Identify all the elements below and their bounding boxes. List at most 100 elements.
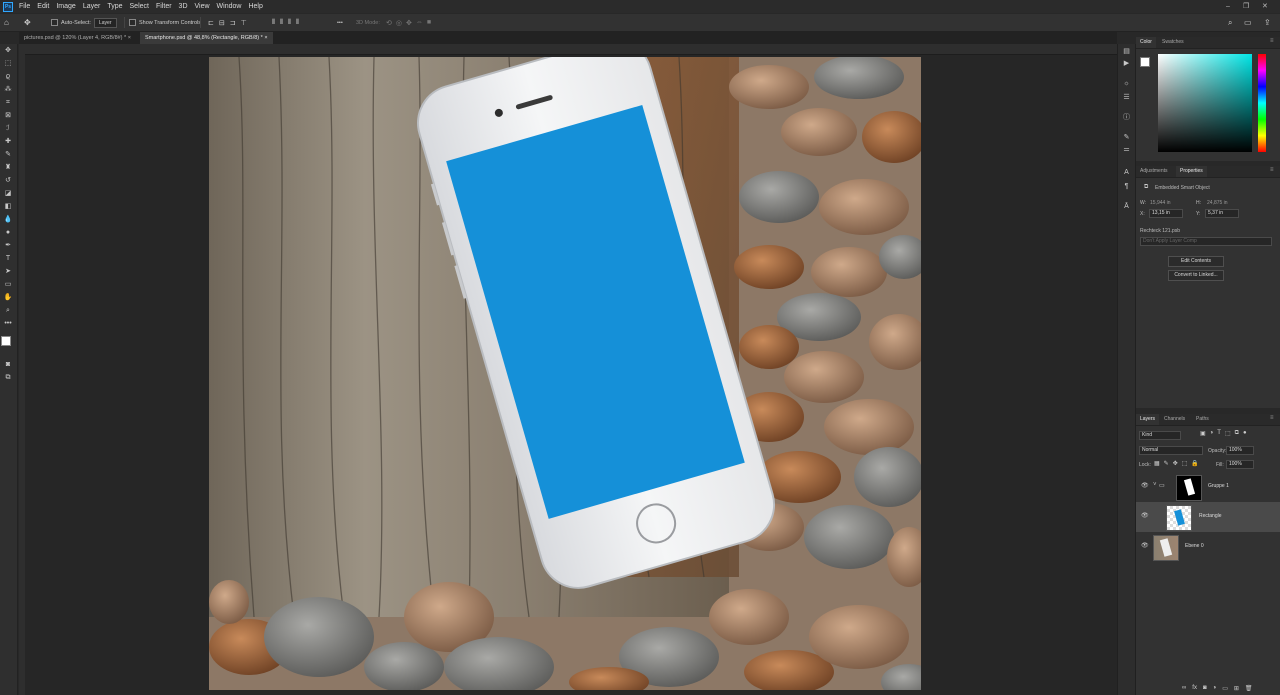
new-layer-icon[interactable]: ⊞ — [1234, 685, 1239, 692]
magic-wand-icon[interactable]: ⁂ — [2, 85, 14, 95]
lock-all-icon[interactable]: 🔒 — [1191, 460, 1198, 467]
pen-tool-icon[interactable]: ✒ — [2, 241, 14, 251]
filter-kind-dropdown[interactable]: Kind — [1139, 431, 1181, 440]
panel-menu-icon[interactable]: ≡ — [1270, 38, 1274, 44]
close-tab-icon[interactable]: × — [128, 35, 131, 41]
tab-swatches[interactable]: Swatches — [1158, 37, 1188, 48]
more-tools-icon[interactable]: ••• — [2, 319, 14, 329]
x-field[interactable]: 13,15 in — [1149, 209, 1183, 218]
zoom-tool-icon[interactable]: ⌕ — [2, 306, 14, 316]
workspace-icon[interactable]: ▭ — [1244, 14, 1252, 31]
brushes-icon[interactable]: ✎ — [1121, 132, 1132, 143]
libraries-icon[interactable]: ☰ — [1121, 92, 1132, 103]
show-transform-checkbox[interactable]: Show Transform Controls — [129, 14, 201, 31]
history-brush-icon[interactable]: ↺ — [2, 176, 14, 186]
blend-mode-dropdown[interactable]: Normal — [1139, 446, 1203, 455]
rectangle-tool-icon[interactable]: ▭ — [2, 280, 14, 290]
link-layers-icon[interactable]: ∞ — [1182, 685, 1186, 692]
info-icon[interactable]: ⓘ — [1121, 112, 1132, 123]
filter-smart-icon[interactable]: ⧉ — [1235, 430, 1239, 437]
panel-menu-icon[interactable]: ≡ — [1270, 415, 1274, 421]
tab-color[interactable]: Color — [1136, 37, 1156, 48]
menu-file[interactable]: File — [19, 0, 30, 13]
visibility-eye-icon[interactable]: 👁 — [1141, 483, 1149, 489]
character-icon[interactable]: A — [1121, 167, 1132, 178]
y-field[interactable]: 5,37 in — [1205, 209, 1239, 218]
crop-tool-icon[interactable]: ⌗ — [2, 98, 14, 108]
tab-paths[interactable]: Paths — [1192, 414, 1213, 425]
filter-shape-icon[interactable]: ⬚ — [1225, 430, 1231, 437]
paragraph-icon[interactable]: ¶ — [1121, 181, 1132, 192]
fg-color-swatch[interactable] — [1140, 57, 1150, 67]
lock-position-icon[interactable]: ✥ — [1173, 460, 1178, 467]
lasso-tool-icon[interactable]: ϱ — [2, 72, 14, 82]
distribute-1-icon[interactable]: ⫴ — [272, 19, 275, 27]
hand-tool-icon[interactable]: ✋ — [2, 293, 14, 303]
filter-type-icon[interactable]: T — [1217, 430, 1221, 437]
hue-slider[interactable] — [1258, 54, 1266, 152]
brightness-icon[interactable]: ☼ — [1121, 78, 1132, 89]
lock-artboard-icon[interactable]: ⬚ — [1182, 460, 1188, 467]
align-center-icon[interactable]: ⊟ — [219, 19, 225, 27]
menu-3d[interactable]: 3D — [179, 0, 188, 13]
w-value[interactable]: 15,944 in — [1150, 200, 1171, 206]
filter-toggle-icon[interactable]: ● — [1243, 430, 1247, 437]
align-right-icon[interactable]: ⊐ — [230, 19, 236, 27]
marquee-tool-icon[interactable]: ⬚ — [2, 59, 14, 69]
dodge-tool-icon[interactable]: ● — [2, 228, 14, 238]
menu-layer[interactable]: Layer — [83, 0, 101, 13]
eraser-icon[interactable]: ◪ — [2, 189, 14, 199]
type-tool-icon[interactable]: T — [2, 254, 14, 264]
quick-mask-icon[interactable]: ◙ — [2, 360, 14, 370]
screen-mode-icon[interactable]: ⧉ — [2, 373, 14, 383]
align-top-icon[interactable]: ⊤ — [241, 19, 247, 27]
eyedropper-icon[interactable]: ℐ — [2, 124, 14, 134]
tab-channels[interactable]: Channels — [1160, 414, 1189, 425]
layer-row-ebene-0[interactable]: 👁 Ebene 0 — [1136, 532, 1280, 562]
color-field[interactable] — [1158, 54, 1252, 152]
home-icon[interactable]: ⌂ — [4, 14, 9, 31]
path-selection-icon[interactable]: ➤ — [2, 267, 14, 277]
menu-filter[interactable]: Filter — [156, 0, 172, 13]
adjust-sliders-icon[interactable]: ⚌ — [1121, 144, 1132, 155]
close-tab-icon[interactable]: × — [264, 35, 267, 41]
panel-menu-icon[interactable]: ≡ — [1270, 167, 1274, 173]
fill-field[interactable]: 100% — [1226, 460, 1254, 469]
group-expand-chevron-icon[interactable]: ˅ — [1153, 482, 1157, 488]
glyphs-icon[interactable]: Ā — [1121, 201, 1132, 212]
blur-tool-icon[interactable]: 💧 — [2, 215, 14, 225]
gradient-tool-icon[interactable]: ◧ — [2, 202, 14, 212]
actions-play-icon[interactable]: ▶ — [1121, 58, 1132, 69]
visibility-eye-icon[interactable]: 👁 — [1141, 543, 1149, 549]
foreground-color-swatch[interactable] — [1, 336, 11, 346]
3d-slide-icon[interactable]: ⇔ — [416, 19, 423, 26]
lock-pixels-icon[interactable]: ✎ — [1164, 460, 1169, 467]
tab-pictures[interactable]: pictures.psd @ 120% (Layer 4, RGB/8#) * … — [19, 32, 136, 44]
align-left-icon[interactable]: ⊏ — [208, 19, 214, 27]
h-value[interactable]: 24,875 in — [1207, 200, 1228, 206]
tab-properties[interactable]: Properties — [1176, 166, 1207, 177]
menu-help[interactable]: Help — [248, 0, 262, 13]
menu-image[interactable]: Image — [56, 0, 75, 13]
menu-type[interactable]: Type — [107, 0, 122, 13]
menu-view[interactable]: View — [195, 0, 210, 13]
layer-row-rectangle[interactable]: 👁 Rectangle — [1136, 502, 1280, 532]
distribute-3-icon[interactable]: ⫴ — [288, 19, 291, 27]
healing-brush-icon[interactable]: ✚ — [2, 137, 14, 147]
layer-select-dropdown[interactable]: Layer — [94, 14, 117, 31]
tab-layers[interactable]: Layers — [1136, 414, 1160, 425]
menu-window[interactable]: Window — [217, 0, 242, 13]
close-button[interactable]: ✕ — [1262, 0, 1268, 13]
brush-tool-icon[interactable]: ✎ — [2, 150, 14, 160]
frame-tool-icon[interactable]: ⊠ — [2, 111, 14, 121]
history-icon[interactable]: ▤ — [1121, 46, 1132, 57]
new-group-icon[interactable]: ▭ — [1222, 685, 1228, 692]
auto-select-checkbox[interactable]: Auto-Select: — [51, 14, 91, 31]
tab-adjustments[interactable]: Adjustments — [1136, 166, 1172, 177]
layer-row-gruppe-1[interactable]: 👁 ˅ ▭ Gruppe 1 — [1136, 472, 1280, 502]
document-canvas[interactable] — [209, 57, 921, 690]
restore-button[interactable]: ❐ — [1243, 0, 1249, 13]
menu-select[interactable]: Select — [130, 0, 149, 13]
3d-roll-icon[interactable]: ◎ — [396, 19, 402, 27]
3d-scale-icon[interactable]: ■ — [427, 19, 431, 26]
